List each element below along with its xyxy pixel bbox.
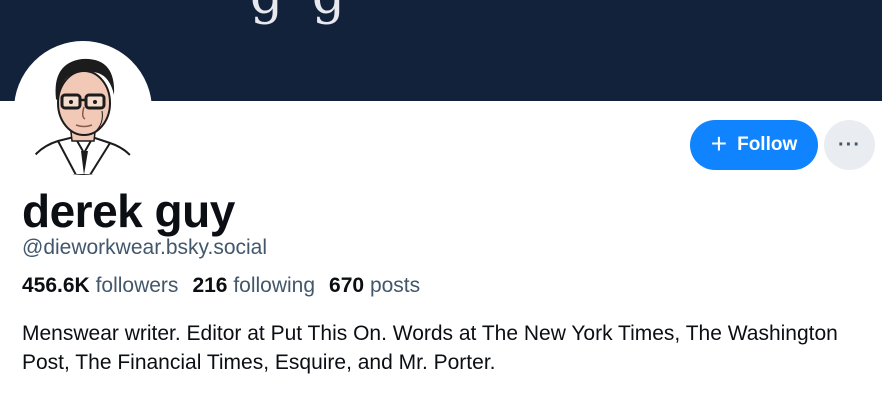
followers-stat[interactable]: 456.6K followers [22,274,178,298]
following-count: 216 [192,274,228,297]
follow-button[interactable]: + Follow [690,120,818,170]
display-name: derek guy [22,185,235,237]
avatar[interactable] [14,41,152,179]
posts-label: posts [369,274,421,297]
following-label: following [233,274,316,297]
profile-stats: 456.6K followers 216 following 670 posts [22,274,420,298]
banner-text: g g [250,0,351,26]
followers-label: followers [95,274,179,297]
more-options-button[interactable]: ··· [824,120,875,170]
follow-button-label: Follow [737,134,798,155]
avatar-illustration [22,58,144,175]
profile-bio: Menswear writer. Editor at Put This On. … [22,322,838,374]
following-stat[interactable]: 216 following [192,274,315,298]
profile-handle: @dieworkwear.bsky.social [22,236,268,259]
plus-icon: + [710,128,728,159]
followers-count: 456.6K [22,274,90,297]
posts-stat: 670 posts [329,274,420,298]
posts-count: 670 [329,274,365,297]
more-dots-icon: ··· [838,133,861,156]
